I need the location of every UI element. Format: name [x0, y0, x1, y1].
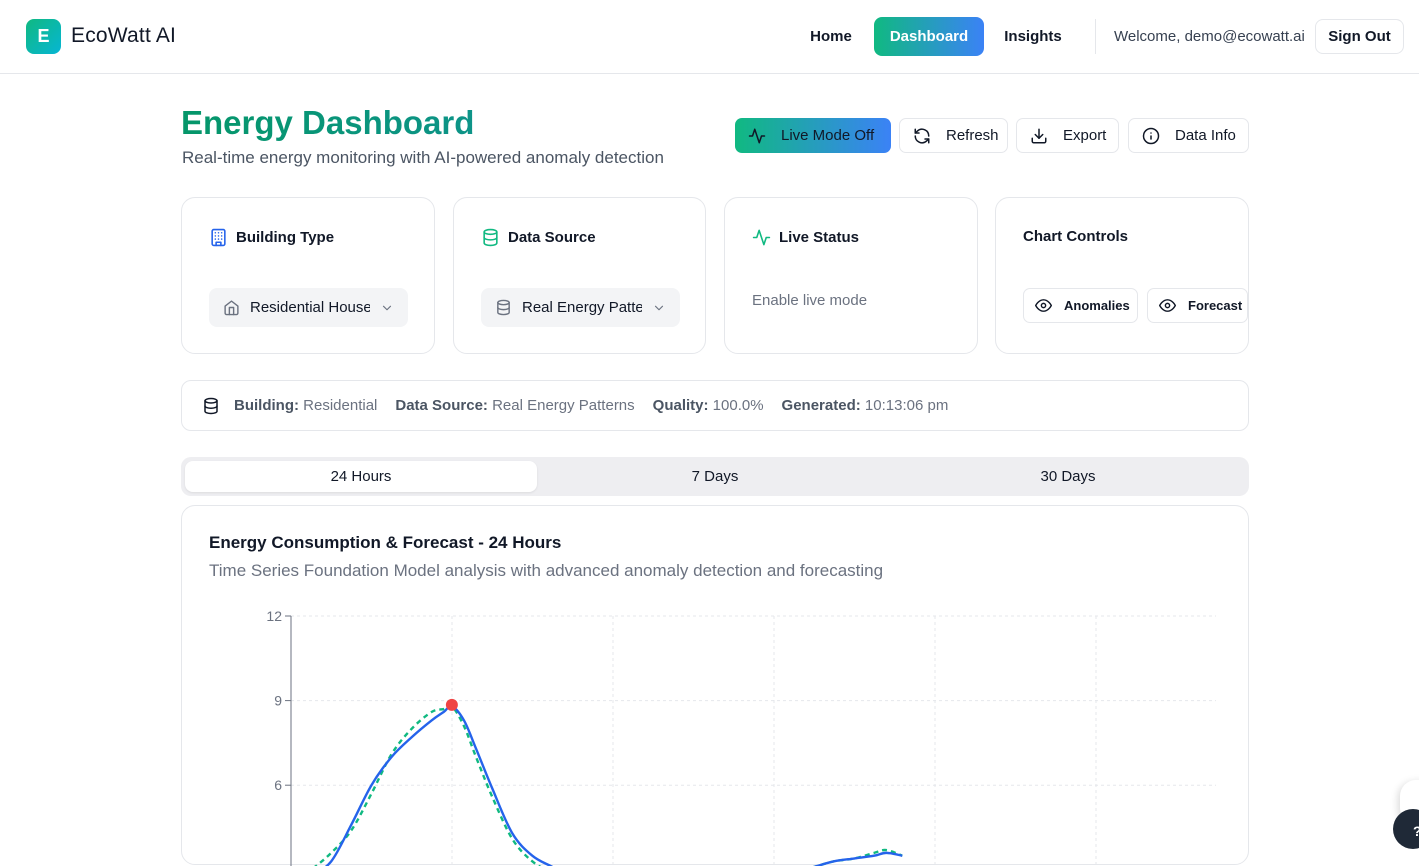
- building-type-select[interactable]: Residential House: [209, 288, 408, 327]
- help-button[interactable]: ?: [1393, 809, 1419, 849]
- welcome-text: Welcome, demo@ecowatt.ai: [1114, 28, 1305, 45]
- anomalies-toggle[interactable]: Anomalies: [1023, 288, 1138, 323]
- page-subtitle: Real-time energy monitoring with AI-powe…: [182, 148, 664, 167]
- info-quality: Quality: 100.0%: [652, 397, 764, 414]
- building-type-card: Building Type Residential House: [181, 197, 435, 354]
- building-type-value: Residential House: [250, 299, 370, 316]
- chevron-down-icon: [652, 301, 666, 315]
- chart-controls-title: Chart Controls: [1023, 228, 1128, 245]
- data-source-value: Real Energy Patterns: [522, 299, 642, 316]
- activity-icon: [747, 126, 767, 146]
- data-info-label: Data Info: [1175, 127, 1236, 144]
- live-status-card: Live Status Enable live mode: [724, 197, 978, 354]
- building-type-title: Building Type: [209, 228, 334, 247]
- info-icon: [1141, 126, 1161, 146]
- actual-series-line: [324, 704, 903, 866]
- data-source-select[interactable]: Real Energy Patterns: [481, 288, 680, 327]
- data-info-strip: Building: Residential Data Source: Real …: [181, 380, 1249, 431]
- tab-24-hours[interactable]: 24 Hours: [185, 461, 537, 492]
- info-generated: Generated: 10:13:06 pm: [781, 397, 949, 414]
- chart-controls-card: Chart Controls Anomalies Forecast: [995, 197, 1249, 354]
- download-icon: [1029, 126, 1049, 146]
- energy-chart-card: Energy Consumption & Forecast - 24 Hours…: [181, 505, 1250, 866]
- forecast-toggle[interactable]: Forecast: [1147, 288, 1248, 323]
- forecast-label: Forecast: [1188, 298, 1243, 313]
- time-range-tabs: 24 Hours 7 Days 30 Days: [181, 457, 1249, 496]
- nav-dashboard-link[interactable]: Dashboard: [874, 17, 984, 56]
- page-title: Energy Dashboard: [181, 104, 475, 141]
- live-status-title: Live Status: [752, 228, 859, 247]
- app-name[interactable]: EcoWatt AI: [71, 24, 176, 48]
- logo-badge[interactable]: E: [26, 19, 61, 54]
- nav-insights-link[interactable]: Insights: [993, 17, 1073, 56]
- top-navbar: E EcoWatt AI Home Dashboard Insights Wel…: [0, 0, 1419, 74]
- export-button[interactable]: Export: [1016, 118, 1119, 153]
- energy-line-chart[interactable]: 12 9 6: [182, 506, 1250, 866]
- chevron-down-icon: [380, 301, 394, 315]
- refresh-icon: [912, 126, 932, 146]
- live-status-text: Enable live mode: [752, 292, 868, 309]
- home-icon: [223, 299, 240, 316]
- info-data-source: Data Source: Real Energy Patterns: [395, 397, 635, 414]
- database-icon: [202, 397, 220, 415]
- y-tick-label: 6: [274, 777, 282, 793]
- anomalies-label: Anomalies: [1064, 298, 1130, 313]
- y-tick-label: 9: [274, 693, 282, 709]
- live-status-label: Live Status: [779, 229, 860, 246]
- building-icon: [209, 228, 228, 247]
- activity-icon: [752, 228, 771, 247]
- info-building: Building: Residential: [234, 397, 378, 414]
- sign-out-button[interactable]: Sign Out: [1315, 19, 1404, 54]
- chart-controls-label: Chart Controls: [1023, 228, 1128, 245]
- database-icon: [481, 228, 500, 247]
- data-source-title: Data Source: [481, 228, 596, 247]
- live-mode-button[interactable]: Live Mode Off: [735, 118, 891, 153]
- nav-home-link[interactable]: Home: [796, 17, 866, 56]
- data-source-label: Data Source: [508, 229, 596, 246]
- tab-7-days[interactable]: 7 Days: [539, 461, 891, 492]
- y-tick-label: 12: [266, 608, 282, 624]
- live-mode-label: Live Mode Off: [781, 127, 875, 144]
- export-label: Export: [1063, 127, 1107, 144]
- refresh-label: Refresh: [946, 127, 999, 144]
- refresh-button[interactable]: Refresh: [899, 118, 1008, 153]
- eye-icon: [1035, 297, 1052, 314]
- tab-30-days[interactable]: 30 Days: [892, 461, 1244, 492]
- database-icon: [495, 299, 512, 316]
- building-type-label: Building Type: [236, 229, 335, 246]
- nav-divider: [1095, 19, 1096, 54]
- data-info-button[interactable]: Data Info: [1128, 118, 1249, 153]
- data-source-card: Data Source Real Energy Patterns: [453, 197, 706, 354]
- anomaly-point: [445, 698, 458, 711]
- eye-icon: [1159, 297, 1176, 314]
